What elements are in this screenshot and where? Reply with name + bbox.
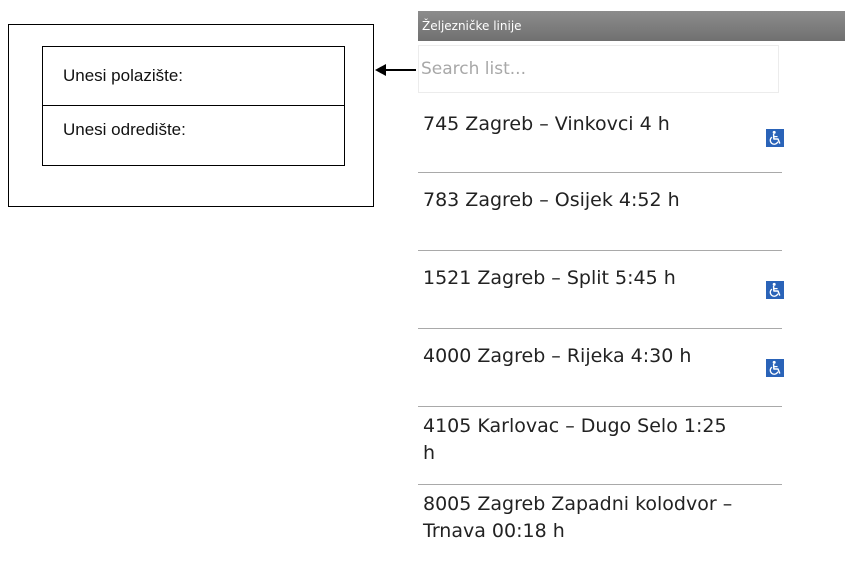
- route-item-4000[interactable]: 4000 Zagreb – Rijeka 4:30 h: [418, 329, 784, 407]
- origin-field[interactable]: Unesi polazište:: [43, 47, 344, 106]
- route-item-745[interactable]: 745 Zagreb – Vinkovci 4 h: [418, 93, 784, 173]
- route-item-1521[interactable]: 1521 Zagreb – Split 5:45 h: [418, 251, 784, 329]
- route-item-4105[interactable]: 4105 Karlovac – Dugo Selo 1:25 h: [418, 407, 782, 485]
- destination-field[interactable]: Unesi odredište:: [43, 106, 344, 165]
- route-label: 4105 Karlovac – Dugo Selo 1:25 h: [423, 415, 727, 464]
- route-item-783[interactable]: 783 Zagreb – Osijek 4:52 h: [418, 173, 782, 251]
- origin-label: Unesi polazište:: [63, 66, 184, 85]
- list-header-title: Željezničke linije: [422, 19, 522, 33]
- wheelchair-icon: [766, 281, 784, 299]
- arrow-connector: [384, 69, 416, 71]
- route-label: 745 Zagreb – Vinkovci 4 h: [423, 113, 670, 135]
- wheelchair-icon: [766, 129, 784, 147]
- route-list: 745 Zagreb – Vinkovci 4 h 783 Zagreb – O…: [418, 93, 784, 563]
- destination-label: Unesi odredište:: [63, 120, 186, 139]
- train-lines-mockup: Željezničke linije 745 Zagreb – Vinkovci…: [418, 11, 845, 561]
- route-item-8005[interactable]: 8005 Zagreb Zapadni kolodvor – Trnava 00…: [418, 485, 782, 563]
- route-label: 8005 Zagreb Zapadni kolodvor – Trnava 00…: [423, 493, 733, 542]
- route-label: 783 Zagreb – Osijek 4:52 h: [423, 189, 680, 211]
- search-box[interactable]: [418, 45, 779, 93]
- search-input[interactable]: [421, 59, 761, 79]
- list-header: Željezničke linije: [418, 11, 845, 41]
- input-form: Unesi polazište: Unesi odredište:: [42, 46, 345, 166]
- route-label: 1521 Zagreb – Split 5:45 h: [423, 267, 676, 289]
- wireframe-panel: Unesi polazište: Unesi odredište:: [8, 24, 374, 207]
- route-label: 4000 Zagreb – Rijeka 4:30 h: [423, 345, 692, 367]
- wheelchair-icon: [766, 359, 784, 377]
